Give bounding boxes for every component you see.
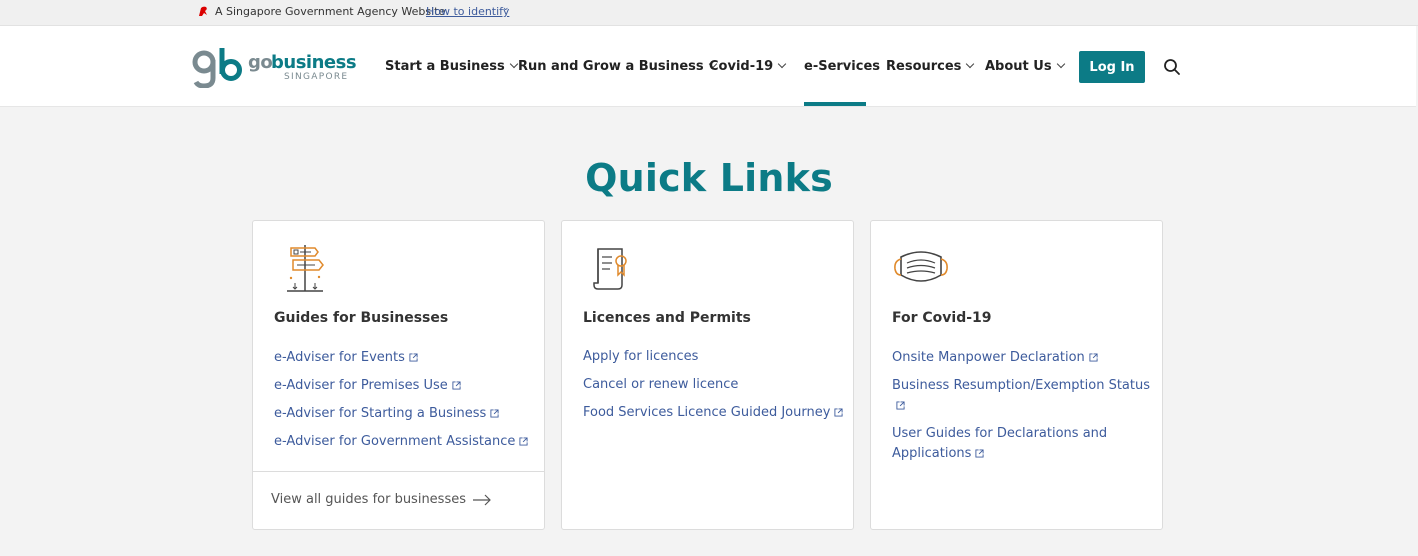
link-label: Cancel or renew licence (583, 377, 739, 392)
login-button[interactable]: Log In (1079, 51, 1145, 83)
link-e-adviser-starting-business[interactable]: e-Adviser for Starting a Business (274, 404, 536, 424)
link-cancel-or-renew-licence[interactable]: Cancel or renew licence (583, 375, 845, 395)
nav-label: About Us (985, 59, 1052, 74)
nav-e-services[interactable]: e-Services (804, 59, 880, 74)
gb-logo-mark (192, 48, 242, 88)
singapore-lion-icon (199, 6, 207, 17)
view-all-guides-link[interactable]: View all guides for businesses (271, 491, 492, 507)
arrow-right-icon (473, 494, 491, 506)
nav-about-us[interactable]: About Us (985, 59, 1065, 74)
link-label: Business Resumption/Exemption Status (892, 378, 1150, 393)
chevron-down-icon (1056, 59, 1065, 69)
link-label: Apply for licences (583, 349, 699, 364)
masthead-text: A Singapore Government Agency Website (215, 5, 446, 18)
nav-start-a-business[interactable]: Start a Business (385, 59, 518, 74)
nav-label: Run and Grow a Business (518, 59, 704, 74)
card-divider (253, 471, 544, 472)
site-header: go business SINGAPORE Start a Business R… (0, 26, 1416, 107)
external-link-icon (834, 408, 843, 417)
page-title: Quick Links (585, 156, 833, 200)
nav-label: Resources (886, 59, 962, 74)
link-label: e-Adviser for Starting a Business (274, 406, 487, 421)
link-food-services-licence-journey[interactable]: Food Services Licence Guided Journey (583, 403, 845, 423)
card-link-list: Apply for licences Cancel or renew licen… (583, 347, 845, 431)
link-label: View all guides for businesses (271, 492, 466, 507)
certificate-icon (593, 248, 627, 290)
link-label: e-Adviser for Events (274, 350, 405, 365)
external-link-icon (975, 449, 984, 458)
logo-go-text: go (248, 52, 273, 73)
card-link-list: Onsite Manpower Declaration Business Res… (892, 348, 1154, 472)
nav-label: Covid-19 (709, 59, 774, 74)
card-for-covid-19: For Covid-19 Onsite Manpower Declaration… (870, 220, 1163, 530)
chevron-down-icon (509, 59, 518, 69)
nav-active-indicator (804, 102, 866, 106)
search-icon[interactable] (1163, 58, 1181, 76)
link-label: User Guides for Declarations and Applica… (892, 426, 1108, 461)
nav-covid-19[interactable]: Covid-19 (709, 59, 787, 74)
logo-business-text: business (271, 52, 357, 73)
link-user-guides-declarations[interactable]: User Guides for Declarations and Applica… (892, 424, 1154, 464)
external-link-icon (409, 353, 418, 362)
government-masthead: A Singapore Government Agency Website Ho… (0, 0, 1418, 26)
nav-label: Start a Business (385, 59, 505, 74)
link-apply-for-licences[interactable]: Apply for licences (583, 347, 845, 367)
card-title: For Covid-19 (892, 310, 992, 326)
signpost-icon (287, 245, 324, 292)
face-mask-icon (894, 251, 948, 282)
link-business-resumption-status[interactable]: Business Resumption/Exemption Status (892, 376, 1154, 416)
link-e-adviser-premises-use[interactable]: e-Adviser for Premises Use (274, 376, 536, 396)
card-title: Licences and Permits (583, 310, 751, 326)
link-label: Onsite Manpower Declaration (892, 350, 1085, 365)
chevron-down-icon[interactable]: ⌄ (502, 3, 510, 13)
link-onsite-manpower-declaration[interactable]: Onsite Manpower Declaration (892, 348, 1154, 368)
link-label: Food Services Licence Guided Journey (583, 405, 831, 420)
gobusiness-logo[interactable]: go business SINGAPORE (192, 46, 362, 90)
nav-label: e-Services (804, 59, 880, 74)
link-e-adviser-government-assistance[interactable]: e-Adviser for Government Assistance (274, 432, 536, 452)
nav-resources[interactable]: Resources (886, 59, 975, 74)
external-link-icon (519, 437, 528, 446)
how-to-identify-link[interactable]: How to identify (426, 5, 509, 18)
external-link-icon (490, 409, 499, 418)
card-link-list: e-Adviser for Events e-Adviser for Premi… (274, 348, 536, 460)
card-title: Guides for Businesses (274, 310, 449, 326)
logo-singapore-text: SINGAPORE (284, 72, 349, 82)
nav-run-and-grow-a-business[interactable]: Run and Grow a Business (518, 59, 717, 74)
link-e-adviser-events[interactable]: e-Adviser for Events (274, 348, 536, 368)
card-guides-for-businesses: Guides for Businesses e-Adviser for Even… (252, 220, 545, 530)
external-link-icon (452, 381, 461, 390)
external-link-icon (896, 401, 905, 410)
external-link-icon (1089, 353, 1098, 362)
link-label: e-Adviser for Premises Use (274, 378, 448, 393)
card-licences-and-permits: Licences and Permits Apply for licences … (561, 220, 854, 530)
chevron-down-icon (777, 59, 787, 69)
link-label: e-Adviser for Government Assistance (274, 434, 516, 449)
chevron-down-icon (966, 59, 975, 69)
